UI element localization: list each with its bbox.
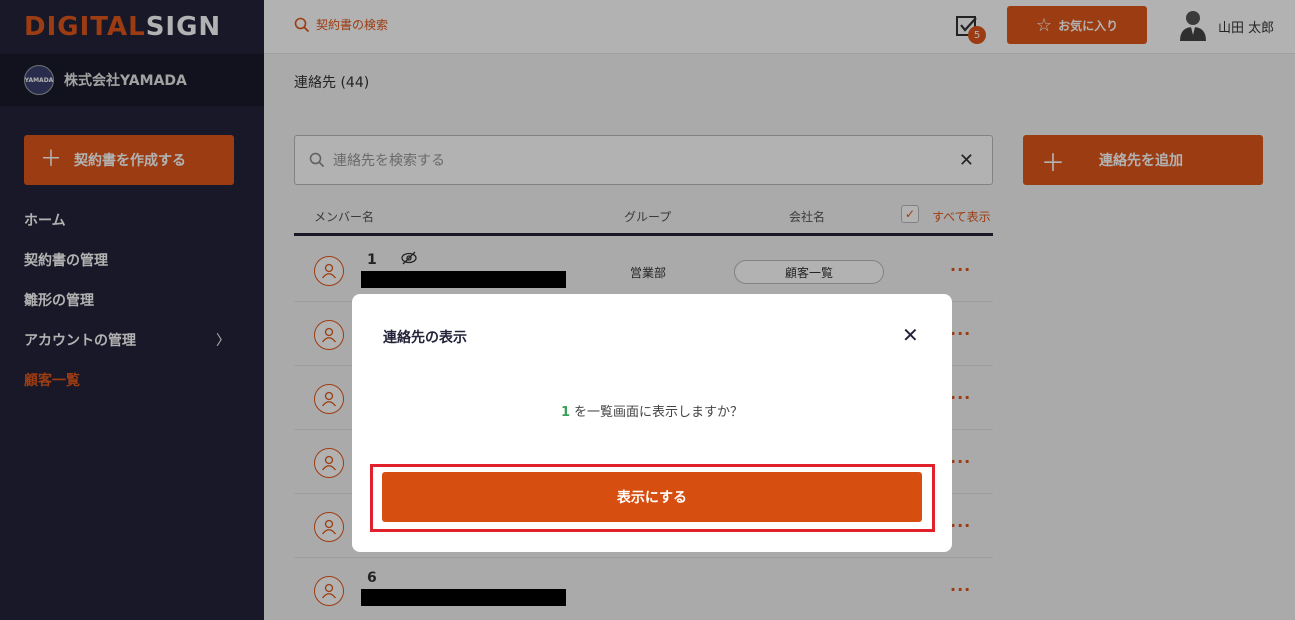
close-icon[interactable]: ✕ [902, 323, 919, 347]
dialog-message-text: を一覧画面に表示しますか？ [574, 405, 744, 420]
confirm-show-button[interactable]: 表示にする [382, 472, 922, 522]
dialog-title: 連絡先の表示 [383, 330, 467, 346]
contact-number: 1 [560, 405, 571, 420]
show-contact-dialog: 連絡先の表示 ✕ 1 を一覧画面に表示しますか？ 表示にする [352, 294, 952, 552]
dialog-message: 1 を一覧画面に表示しますか？ [352, 401, 952, 420]
